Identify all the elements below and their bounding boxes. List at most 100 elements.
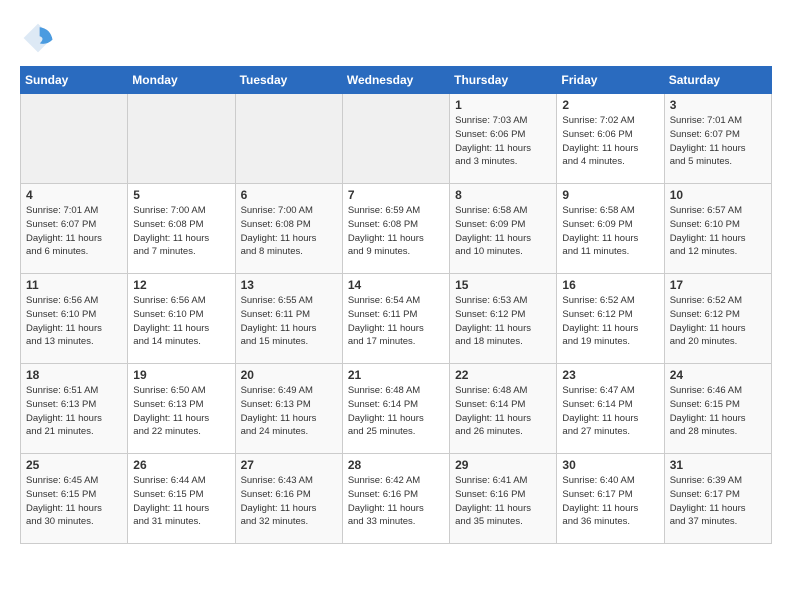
day-info: Sunrise: 6:56 AM Sunset: 6:10 PM Dayligh…: [133, 294, 229, 349]
calendar-header: SundayMondayTuesdayWednesdayThursdayFrid…: [21, 67, 772, 94]
day-info: Sunrise: 6:58 AM Sunset: 6:09 PM Dayligh…: [562, 204, 658, 259]
day-info: Sunrise: 6:42 AM Sunset: 6:16 PM Dayligh…: [348, 474, 444, 529]
day-info: Sunrise: 6:40 AM Sunset: 6:17 PM Dayligh…: [562, 474, 658, 529]
calendar-day: 29 Sunrise: 6:41 AM Sunset: 6:16 PM Dayli…: [450, 454, 557, 544]
calendar-day: 5 Sunrise: 7:00 AM Sunset: 6:08 PM Daylig…: [128, 184, 235, 274]
calendar-day: 2 Sunrise: 7:02 AM Sunset: 6:06 PM Daylig…: [557, 94, 664, 184]
day-info: Sunrise: 6:55 AM Sunset: 6:11 PM Dayligh…: [241, 294, 337, 349]
day-info: Sunrise: 6:48 AM Sunset: 6:14 PM Dayligh…: [455, 384, 551, 439]
day-number: 4: [26, 188, 122, 202]
weekday-header-saturday: Saturday: [664, 67, 771, 94]
weekday-header-sunday: Sunday: [21, 67, 128, 94]
day-number: 20: [241, 368, 337, 382]
day-info: Sunrise: 6:43 AM Sunset: 6:16 PM Dayligh…: [241, 474, 337, 529]
calendar-day: 25 Sunrise: 6:45 AM Sunset: 6:15 PM Dayli…: [21, 454, 128, 544]
day-number: 5: [133, 188, 229, 202]
calendar-day: 28Sunrise: 6:42 AM Sunset: 6:16 PM Dayli…: [342, 454, 449, 544]
calendar-body: 1 Sunrise: 7:03 AM Sunset: 6:06 PM Daylig…: [21, 94, 772, 544]
weekday-header-friday: Friday: [557, 67, 664, 94]
calendar-day: 27 Sunrise: 6:43 AM Sunset: 6:16 PM Dayli…: [235, 454, 342, 544]
day-number: 29: [455, 458, 551, 472]
day-number: 7: [348, 188, 444, 202]
day-number: 10: [670, 188, 766, 202]
day-number: 13: [241, 278, 337, 292]
calendar-day: [128, 94, 235, 184]
day-number: 17: [670, 278, 766, 292]
day-info: Sunrise: 6:49 AM Sunset: 6:13 PM Dayligh…: [241, 384, 337, 439]
day-number: 23: [562, 368, 658, 382]
day-info: Sunrise: 7:02 AM Sunset: 6:06 PM Dayligh…: [562, 114, 658, 169]
day-info: Sunrise: 7:03 AM Sunset: 6:06 PM Dayligh…: [455, 114, 551, 169]
day-number: 12: [133, 278, 229, 292]
day-info: Sunrise: 6:41 AM Sunset: 6:16 PM Dayligh…: [455, 474, 551, 529]
weekday-header-wednesday: Wednesday: [342, 67, 449, 94]
day-number: 25: [26, 458, 122, 472]
calendar-week-3: 11Sunrise: 6:56 AM Sunset: 6:10 PM Dayli…: [21, 274, 772, 364]
calendar-day: 24 Sunrise: 6:46 AM Sunset: 6:15 PM Dayli…: [664, 364, 771, 454]
calendar-week-1: 1 Sunrise: 7:03 AM Sunset: 6:06 PM Daylig…: [21, 94, 772, 184]
day-number: 31: [670, 458, 766, 472]
day-info: Sunrise: 6:48 AM Sunset: 6:14 PM Dayligh…: [348, 384, 444, 439]
calendar-day: 20 Sunrise: 6:49 AM Sunset: 6:13 PM Dayli…: [235, 364, 342, 454]
calendar-day: 19Sunrise: 6:50 AM Sunset: 6:13 PM Dayli…: [128, 364, 235, 454]
day-number: 26: [133, 458, 229, 472]
calendar-day: 16 Sunrise: 6:52 AM Sunset: 6:12 PM Dayli…: [557, 274, 664, 364]
day-number: 24: [670, 368, 766, 382]
day-info: Sunrise: 6:53 AM Sunset: 6:12 PM Dayligh…: [455, 294, 551, 349]
day-number: 19: [133, 368, 229, 382]
day-info: Sunrise: 6:46 AM Sunset: 6:15 PM Dayligh…: [670, 384, 766, 439]
calendar-day: 11Sunrise: 6:56 AM Sunset: 6:10 PM Dayli…: [21, 274, 128, 364]
day-number: 21: [348, 368, 444, 382]
day-number: 3: [670, 98, 766, 112]
calendar-day: 13 Sunrise: 6:55 AM Sunset: 6:11 PM Dayli…: [235, 274, 342, 364]
weekday-header-thursday: Thursday: [450, 67, 557, 94]
calendar-day: 21 Sunrise: 6:48 AM Sunset: 6:14 PM Dayli…: [342, 364, 449, 454]
calendar-week-5: 25 Sunrise: 6:45 AM Sunset: 6:15 PM Dayli…: [21, 454, 772, 544]
calendar-day: 15 Sunrise: 6:53 AM Sunset: 6:12 PM Dayli…: [450, 274, 557, 364]
calendar-day: 17Sunrise: 6:52 AM Sunset: 6:12 PM Dayli…: [664, 274, 771, 364]
day-info: Sunrise: 6:58 AM Sunset: 6:09 PM Dayligh…: [455, 204, 551, 259]
day-info: Sunrise: 6:47 AM Sunset: 6:14 PM Dayligh…: [562, 384, 658, 439]
calendar-day: 22 Sunrise: 6:48 AM Sunset: 6:14 PM Dayli…: [450, 364, 557, 454]
calendar-day: 18 Sunrise: 6:51 AM Sunset: 6:13 PM Dayli…: [21, 364, 128, 454]
weekday-header-row: SundayMondayTuesdayWednesdayThursdayFrid…: [21, 67, 772, 94]
page-header: [20, 20, 772, 56]
calendar-day: 9 Sunrise: 6:58 AM Sunset: 6:09 PM Daylig…: [557, 184, 664, 274]
day-info: Sunrise: 6:45 AM Sunset: 6:15 PM Dayligh…: [26, 474, 122, 529]
calendar-day: 31Sunrise: 6:39 AM Sunset: 6:17 PM Dayli…: [664, 454, 771, 544]
day-info: Sunrise: 7:01 AM Sunset: 6:07 PM Dayligh…: [670, 114, 766, 169]
calendar-day: [235, 94, 342, 184]
calendar-day: 23 Sunrise: 6:47 AM Sunset: 6:14 PM Dayli…: [557, 364, 664, 454]
calendar-week-2: 4 Sunrise: 7:01 AM Sunset: 6:07 PM Daylig…: [21, 184, 772, 274]
calendar-day: 3 Sunrise: 7:01 AM Sunset: 6:07 PM Daylig…: [664, 94, 771, 184]
calendar-day: 8Sunrise: 6:58 AM Sunset: 6:09 PM Daylig…: [450, 184, 557, 274]
calendar-day: 6Sunrise: 7:00 AM Sunset: 6:08 PM Daylig…: [235, 184, 342, 274]
day-number: 18: [26, 368, 122, 382]
day-number: 9: [562, 188, 658, 202]
day-info: Sunrise: 7:00 AM Sunset: 6:08 PM Dayligh…: [241, 204, 337, 259]
day-info: Sunrise: 6:57 AM Sunset: 6:10 PM Dayligh…: [670, 204, 766, 259]
calendar-day: 4 Sunrise: 7:01 AM Sunset: 6:07 PM Daylig…: [21, 184, 128, 274]
day-number: 16: [562, 278, 658, 292]
day-number: 1: [455, 98, 551, 112]
day-info: Sunrise: 6:52 AM Sunset: 6:12 PM Dayligh…: [562, 294, 658, 349]
calendar-day: 14Sunrise: 6:54 AM Sunset: 6:11 PM Dayli…: [342, 274, 449, 364]
day-info: Sunrise: 6:44 AM Sunset: 6:15 PM Dayligh…: [133, 474, 229, 529]
day-number: 15: [455, 278, 551, 292]
calendar-day: 1 Sunrise: 7:03 AM Sunset: 6:06 PM Daylig…: [450, 94, 557, 184]
calendar-day: [342, 94, 449, 184]
day-info: Sunrise: 7:00 AM Sunset: 6:08 PM Dayligh…: [133, 204, 229, 259]
day-number: 27: [241, 458, 337, 472]
calendar-day: 7 Sunrise: 6:59 AM Sunset: 6:08 PM Daylig…: [342, 184, 449, 274]
day-info: Sunrise: 6:59 AM Sunset: 6:08 PM Dayligh…: [348, 204, 444, 259]
weekday-header-monday: Monday: [128, 67, 235, 94]
day-info: Sunrise: 6:51 AM Sunset: 6:13 PM Dayligh…: [26, 384, 122, 439]
day-info: Sunrise: 6:54 AM Sunset: 6:11 PM Dayligh…: [348, 294, 444, 349]
logo: [20, 20, 60, 56]
weekday-header-tuesday: Tuesday: [235, 67, 342, 94]
day-number: 2: [562, 98, 658, 112]
day-info: Sunrise: 7:01 AM Sunset: 6:07 PM Dayligh…: [26, 204, 122, 259]
calendar-table: SundayMondayTuesdayWednesdayThursdayFrid…: [20, 66, 772, 544]
calendar-day: 30Sunrise: 6:40 AM Sunset: 6:17 PM Dayli…: [557, 454, 664, 544]
day-number: 22: [455, 368, 551, 382]
